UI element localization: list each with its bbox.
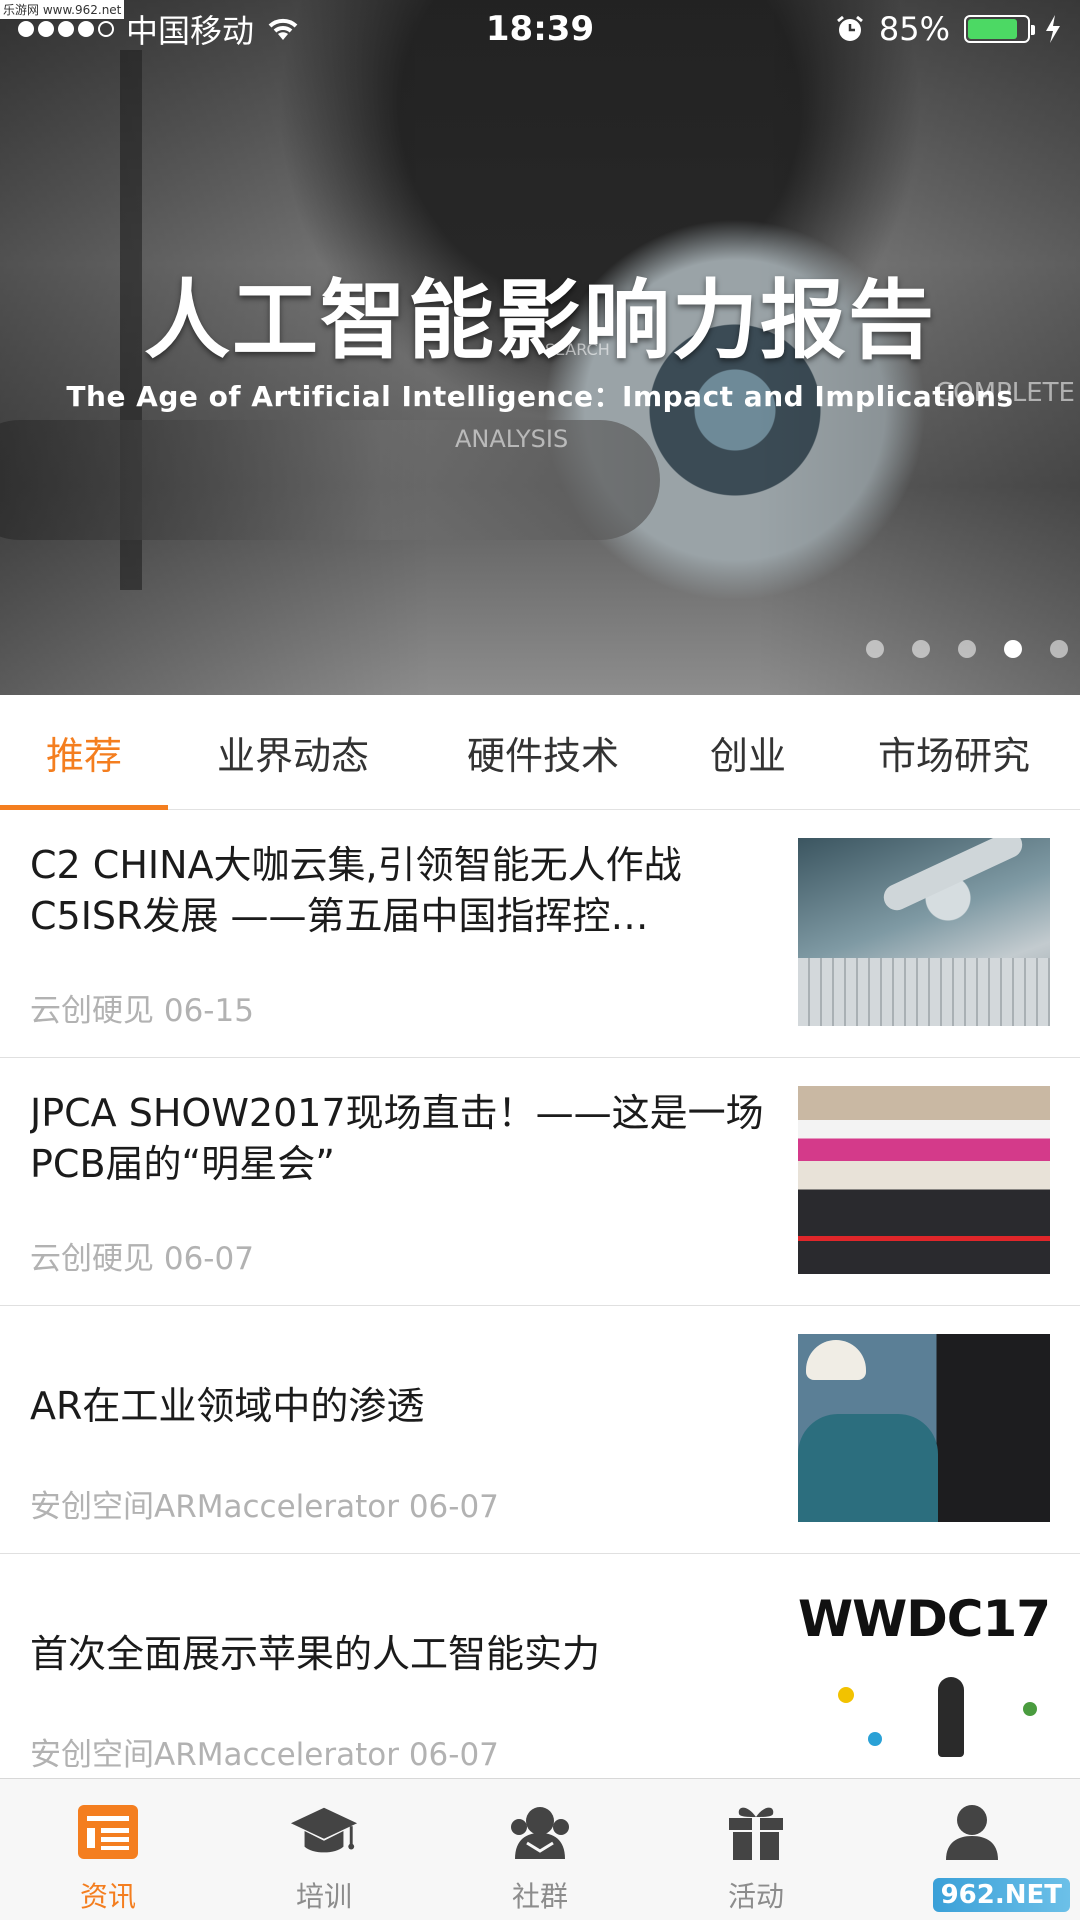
article-thumbnail — [798, 1334, 1050, 1522]
banner-carousel[interactable]: 人工智能影响力报告 The Age of Artificial Intellig… — [0, 0, 1080, 695]
article-date: 06-07 — [163, 1241, 254, 1277]
tab-industry-news[interactable]: 业界动态 — [168, 695, 418, 809]
nav-events[interactable]: 活动 — [648, 1779, 864, 1920]
article-date: 06-07 — [408, 1489, 499, 1525]
article-item[interactable]: 首次全面展示苹果的人工智能实力 安创空间ARMaccelerator 06-07… — [0, 1554, 1080, 1802]
article-title: JPCA SHOW2017现场直击！——这是一场PCB届的“明星会” — [30, 1091, 764, 1186]
nav-label: 活动 — [727, 1880, 784, 1913]
banner-extra-text: SEARCH — [545, 340, 610, 359]
banner-title: 人工智能影响力报告 — [144, 270, 936, 371]
article-date: 06-15 — [163, 993, 254, 1029]
status-bar-right: 85% — [835, 10, 1062, 48]
community-icon — [505, 1801, 575, 1863]
article-item[interactable]: AR在工业领域中的渗透 安创空间ARMaccelerator 06-07 — [0, 1306, 1080, 1554]
nav-label: 社群 — [511, 1880, 568, 1913]
nav-label: 培训 — [295, 1880, 352, 1913]
tab-recommended[interactable]: 推荐 — [0, 695, 168, 810]
article-meta: 安创空间ARMaccelerator 06-07 — [30, 1729, 499, 1774]
article-item[interactable]: JPCA SHOW2017现场直击！——这是一场PCB届的“明星会” 云创硬见 … — [0, 1058, 1080, 1306]
wifi-icon — [268, 18, 298, 40]
article-source: 安创空间ARMaccelerator — [30, 1489, 399, 1525]
article-thumbnail — [798, 1086, 1050, 1274]
nav-profile[interactable]: 962.NET — [864, 1779, 1080, 1920]
graduation-cap-icon — [289, 1801, 359, 1863]
gift-icon — [721, 1801, 791, 1863]
article-meta: 安创空间ARMaccelerator 06-07 — [30, 1481, 499, 1526]
nav-news[interactable]: 资讯 — [0, 1779, 216, 1920]
article-title: 首次全面展示苹果的人工智能实力 — [30, 1632, 601, 1676]
article-date: 06-07 — [408, 1737, 499, 1773]
site-watermark: 乐游网 www.962.net — [0, 0, 125, 19]
article-thumbnail: WWDC17 — [798, 1582, 1050, 1770]
page-dot[interactable] — [912, 640, 930, 658]
article-meta: 云创硬见 06-07 — [30, 1233, 254, 1278]
article-thumbnail — [798, 838, 1050, 1026]
category-tabs: 推荐 业界动态 硬件技术 创业 市场研究 — [0, 695, 1080, 810]
page-dot[interactable] — [958, 640, 976, 658]
app-screen: 人工智能影响力报告 The Age of Artificial Intellig… — [0, 0, 1080, 1920]
battery-percent: 85% — [878, 10, 950, 48]
nav-training[interactable]: 培训 — [216, 1779, 432, 1920]
article-meta: 云创硬见 06-15 — [30, 985, 254, 1030]
signal-strength-icon — [18, 21, 114, 37]
article-source: 云创硬见 — [30, 993, 154, 1029]
news-icon — [73, 1801, 143, 1863]
page-dot[interactable] — [1050, 640, 1068, 658]
charging-icon — [1046, 15, 1060, 43]
article-list: C2 CHINA大咖云集,引领智能无人作战C5ISR发展 ——第五届中国指挥控…… — [0, 810, 1080, 1802]
nav-community[interactable]: 社群 — [432, 1779, 648, 1920]
article-source: 安创空间ARMaccelerator — [30, 1737, 399, 1773]
tab-hardware-tech[interactable]: 硬件技术 — [418, 695, 668, 809]
status-bar: 乐游网 www.962.net 中国移动 18:39 85% — [0, 0, 1080, 58]
banner-extra-text: COMPLETE — [935, 378, 1075, 408]
page-dot-active[interactable] — [1004, 640, 1022, 658]
banner-extra-text: ANALYSIS — [455, 425, 569, 453]
carrier-name: 中国移动 — [126, 12, 255, 50]
banner-page-indicator[interactable] — [866, 640, 1068, 658]
profile-icon — [937, 1801, 1007, 1863]
article-item[interactable]: C2 CHINA大咖云集,引领智能无人作战C5ISR发展 ——第五届中国指挥控…… — [0, 810, 1080, 1058]
bottom-tab-bar: 资讯 培训 社群 活动 962.NET — [0, 1778, 1080, 1920]
page-dot[interactable] — [866, 640, 884, 658]
tab-market-research[interactable]: 市场研究 — [828, 695, 1080, 809]
alarm-icon — [836, 15, 863, 41]
article-title: AR在工业领域中的渗透 — [30, 1384, 425, 1428]
nav-label: 资讯 — [79, 1880, 136, 1913]
battery-icon — [964, 15, 1035, 43]
tab-startup[interactable]: 创业 — [668, 695, 828, 809]
thumbnail-text: WWDC17 — [798, 1590, 1050, 1648]
article-source: 云创硬见 — [30, 1241, 154, 1277]
article-title: C2 CHINA大咖云集,引领智能无人作战C5ISR发展 ——第五届中国指挥控… — [30, 843, 682, 938]
banner-subtitle: The Age of Artificial Intelligence：Impac… — [66, 380, 1014, 413]
corner-watermark: 962.NET — [932, 1878, 1070, 1912]
